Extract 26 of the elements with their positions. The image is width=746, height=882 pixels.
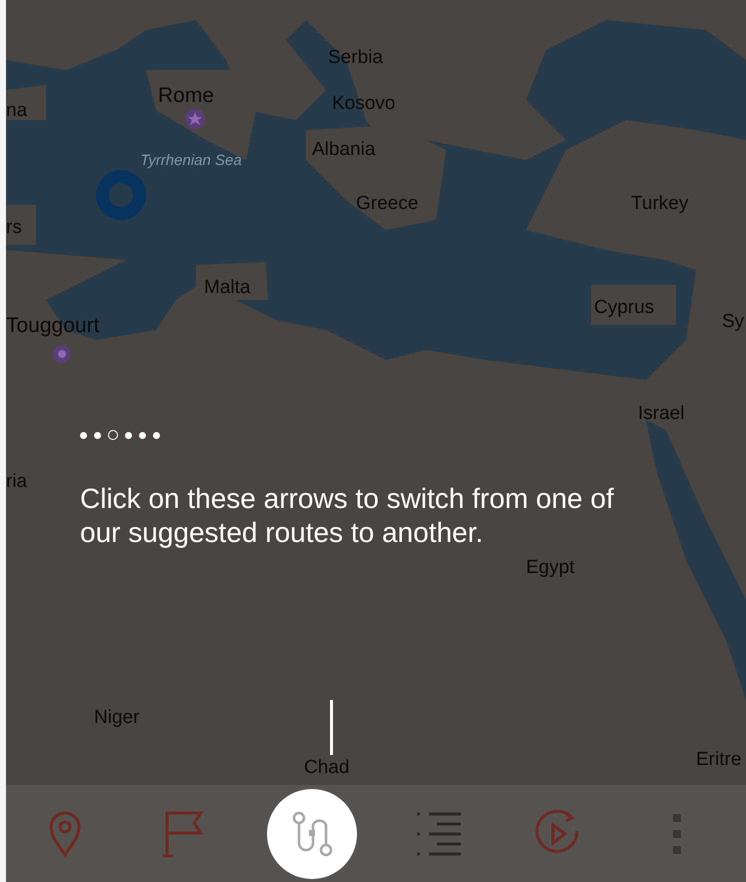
- city-marker-icon: [52, 344, 72, 364]
- location-marker-icon: [96, 170, 146, 220]
- pin-icon: [48, 810, 82, 856]
- city-label: Touggourt: [6, 313, 100, 339]
- country-label: Chad: [304, 756, 350, 780]
- country-label: Turkey: [631, 192, 688, 216]
- country-label: Albania: [312, 138, 376, 162]
- star-marker-icon: [184, 108, 206, 130]
- country-label: Sy: [722, 310, 744, 334]
- country-label: Eritre: [696, 748, 742, 772]
- more-icon: [672, 812, 682, 854]
- country-label: Kosovo: [332, 92, 396, 116]
- country-label: Niger: [94, 706, 140, 730]
- flag-icon: [161, 810, 206, 858]
- sea-label: Tyrrhenian Sea: [139, 152, 243, 170]
- tour-message: Click on these arrows to switch from one of our suggested routes to another.: [80, 482, 615, 550]
- city-label: Rome: [158, 83, 214, 109]
- country-label: na: [6, 99, 28, 123]
- country-label: Greece: [356, 192, 418, 216]
- country-label: Egypt: [526, 556, 575, 580]
- country-label: ria: [6, 470, 28, 494]
- country-label: Malta: [204, 276, 250, 300]
- country-label: rs: [6, 216, 22, 240]
- country-label: Serbia: [328, 46, 383, 70]
- country-label: Cyprus: [594, 296, 654, 320]
- country-label: Israel: [638, 402, 684, 426]
